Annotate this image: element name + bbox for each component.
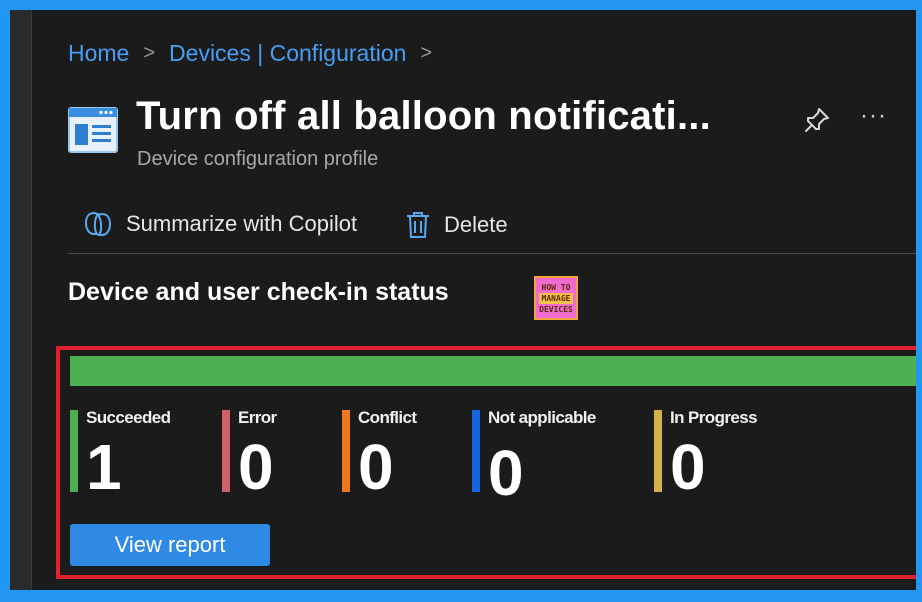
breadcrumb: Home > Devices | Configuration >	[68, 40, 446, 67]
command-bar-divider	[68, 253, 916, 254]
stat-succeeded-value: 1	[86, 431, 122, 503]
check-in-status-card: Succeeded 1 Error 0 Conflict 0 Not appli…	[56, 346, 916, 579]
stat-in-progress-value: 0	[670, 431, 706, 503]
stat-in-progress-label: In Progress	[670, 408, 758, 427]
how-to-manage-devices-logo: HOW TO MANAGE DEVICES	[534, 276, 578, 320]
breadcrumb-devices-configuration-link[interactable]: Devices | Configuration	[169, 40, 406, 67]
stat-not-applicable-value: 0	[488, 437, 524, 509]
main-content: Home > Devices | Configuration > Turn of…	[32, 10, 916, 590]
copilot-icon	[84, 211, 112, 236]
breadcrumb-home-link[interactable]: Home	[68, 40, 129, 67]
copilot-label: Summarize with Copilot	[126, 211, 358, 236]
trash-icon	[407, 212, 429, 238]
stat-succeeded[interactable]: Succeeded 1	[70, 408, 210, 502]
delete-label: Delete	[444, 212, 508, 237]
page-subtitle: Device configuration profile	[137, 148, 379, 170]
view-report-button[interactable]: View report	[70, 524, 270, 566]
status-progress-bar	[70, 356, 916, 386]
check-in-status-heading: Device and user check-in status	[68, 278, 449, 306]
stat-in-progress-bar	[654, 410, 662, 492]
side-pane-edge	[10, 10, 32, 590]
stat-in-progress[interactable]: In Progress 0	[654, 408, 794, 502]
stat-succeeded-label: Succeeded	[86, 408, 171, 427]
chevron-right-icon: >	[143, 42, 156, 64]
pin-icon[interactable]	[802, 105, 832, 135]
stat-succeeded-bar	[70, 410, 78, 492]
stat-not-applicable[interactable]: Not applicable 0	[472, 408, 632, 508]
stat-error[interactable]: Error 0	[222, 408, 332, 502]
stat-not-applicable-label: Not applicable	[488, 408, 596, 427]
app-frame: Home > Devices | Configuration > Turn of…	[10, 10, 916, 590]
logo-line-3: DEVICES	[539, 304, 573, 314]
profile-window-icon	[68, 107, 118, 153]
stat-conflict-label: Conflict	[358, 408, 417, 427]
logo-line-1: HOW TO	[541, 282, 571, 292]
chevron-right-icon: >	[420, 42, 433, 64]
summarize-with-copilot-button[interactable]: Summarize with Copilot	[82, 210, 357, 238]
delete-button[interactable]: Delete	[404, 210, 508, 240]
stat-error-bar	[222, 410, 230, 492]
stat-conflict-bar	[342, 410, 350, 492]
status-progress-fill	[70, 356, 916, 386]
logo-line-2: MANAGE	[538, 292, 574, 304]
page-title: Turn off all balloon notificati...	[136, 94, 711, 138]
stat-error-label: Error	[238, 408, 277, 427]
stat-error-value: 0	[238, 431, 274, 503]
more-options-icon[interactable]: ···	[860, 102, 887, 130]
stat-not-applicable-bar	[472, 410, 480, 492]
stat-conflict[interactable]: Conflict 0	[342, 408, 462, 502]
stat-conflict-value: 0	[358, 431, 394, 503]
